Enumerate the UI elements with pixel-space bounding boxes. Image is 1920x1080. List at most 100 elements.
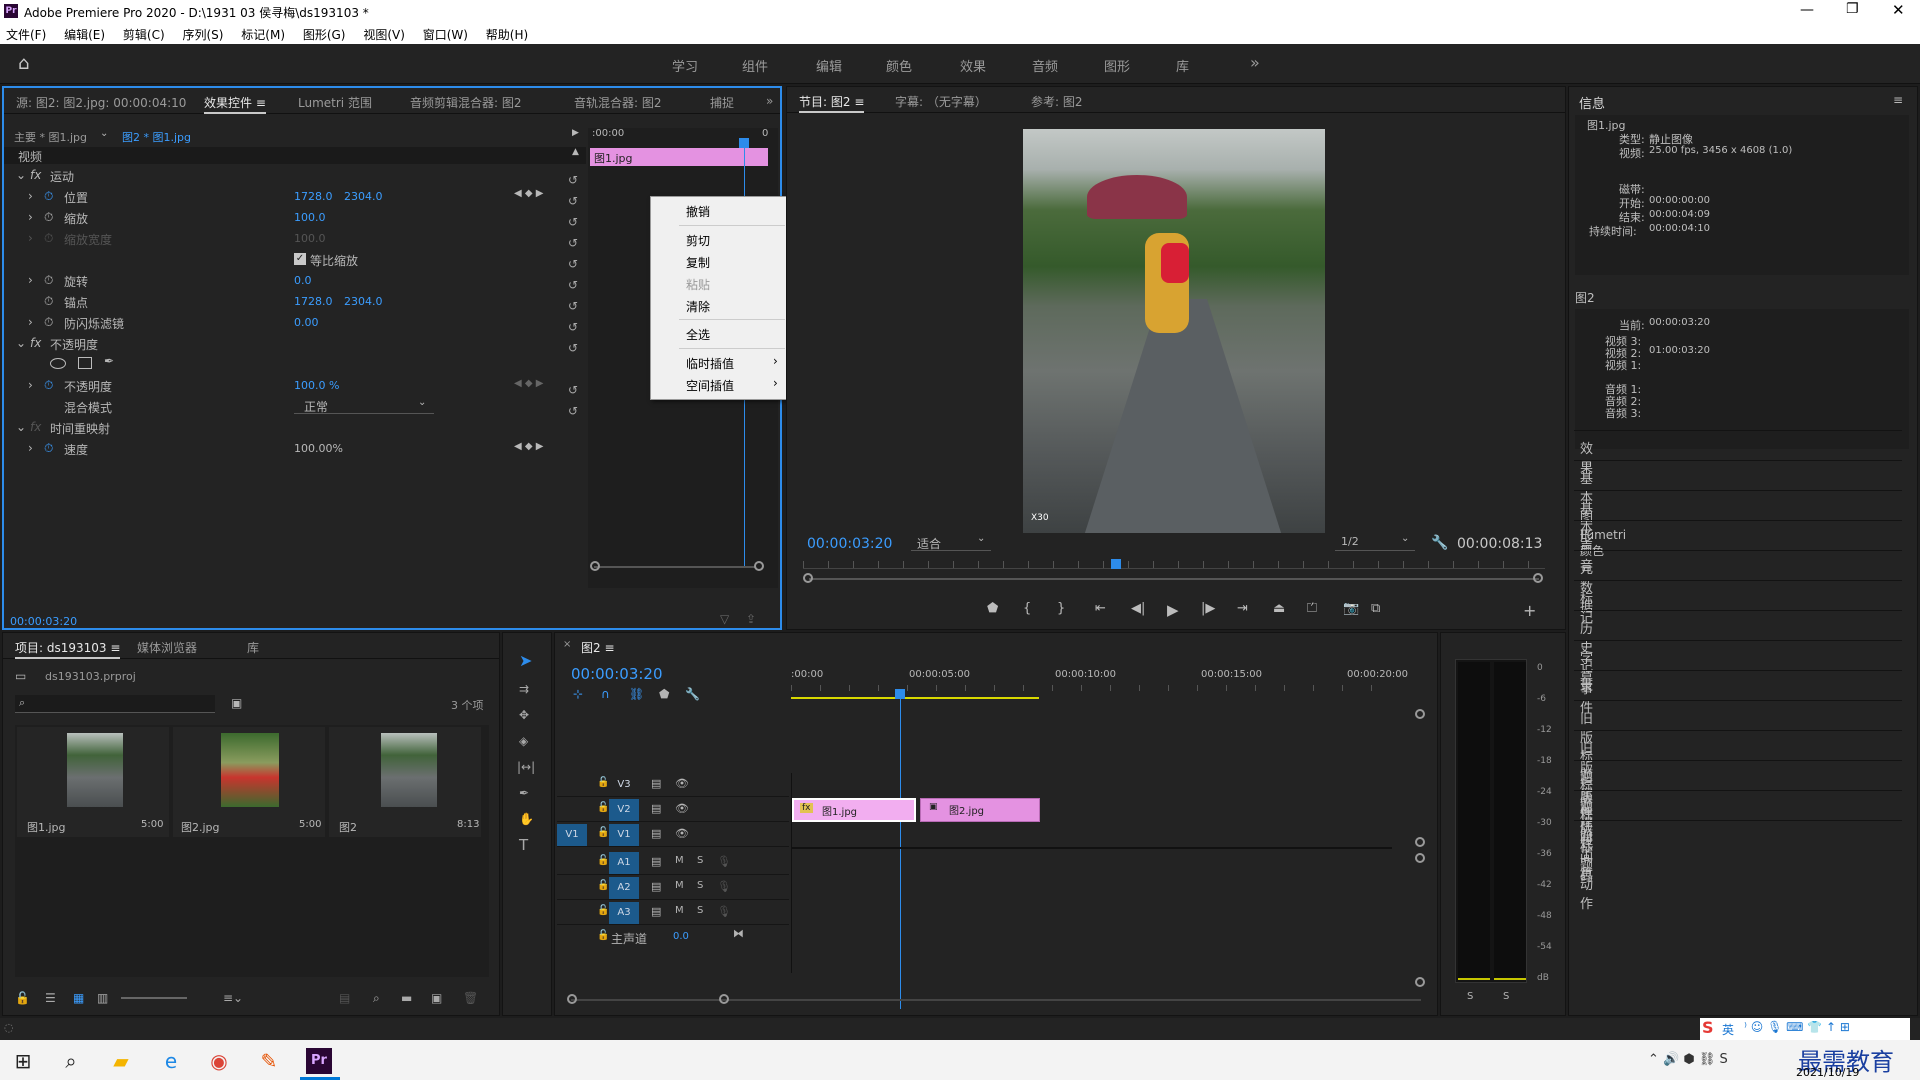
master-value[interactable]: 0.0 (673, 931, 689, 942)
fx-icon[interactable]: fx (30, 168, 41, 182)
add-button-icon[interactable]: + (1523, 601, 1536, 620)
nest-icon[interactable]: ⊹ (573, 687, 583, 701)
reset-icon[interactable]: ↺ (568, 279, 578, 291)
stopwatch-icon[interactable]: ⏱ (44, 210, 53, 225)
lift-icon[interactable]: ⏏ (1273, 601, 1285, 616)
source-patch-v1[interactable]: V1 (557, 824, 587, 846)
tab-captions[interactable]: 字幕: （无字幕） (895, 93, 987, 110)
prop-value-x[interactable]: 1728.0 (294, 295, 333, 308)
export-icon[interactable]: ⇪ (746, 612, 756, 626)
mic-icon[interactable]: 🎙 (717, 855, 731, 868)
eye-icon[interactable]: 👁 (675, 802, 689, 815)
mark-out-icon[interactable]: } (1057, 601, 1065, 616)
close-icon[interactable]: ✕ (1892, 1, 1905, 19)
track-label[interactable]: A1 (609, 852, 639, 874)
menu-clip[interactable]: 剪辑(C) (123, 28, 165, 42)
track-label[interactable]: V3 (609, 774, 639, 796)
menu-temporal-interp[interactable]: 临时插值 (686, 355, 734, 372)
menu-edit[interactable]: 编辑(E) (64, 28, 105, 42)
trash-icon[interactable]: 🗑 (463, 991, 478, 1005)
tab-project[interactable]: 项目: ds193103 ≡ (15, 639, 121, 659)
collapse-up-icon[interactable]: ▲ (572, 147, 579, 157)
sync-lock-icon[interactable]: ▤ (651, 905, 661, 918)
expand-icon[interactable]: › (28, 315, 33, 329)
sequence-clip-label[interactable]: 图2 * 图1.jpg (122, 129, 191, 145)
keyframe-nav-icon[interactable]: ◀ ◆ ▶ (514, 188, 543, 199)
timeline-timecode[interactable]: 00:00:03:20 (571, 665, 663, 683)
lock-icon[interactable]: 🔓 (597, 827, 609, 838)
lock-icon[interactable]: 🔓 (597, 777, 609, 788)
play-arrow-icon[interactable]: ▶ (572, 128, 579, 138)
time-ruler[interactable]: :00:00 00:00:05:00 00:00:10:00 00:00:15:… (791, 669, 1408, 707)
linked-selection-icon[interactable]: ⛓ (629, 687, 644, 701)
sync-lock-icon[interactable]: ▤ (651, 855, 661, 868)
pen-tool-icon[interactable]: ✒ (519, 787, 529, 799)
h-scroll-handle-right[interactable] (719, 994, 729, 1004)
panel-lumetri-color[interactable]: Lumetri 颜色 (1580, 528, 1626, 559)
menu-window[interactable]: 窗口(W) (423, 28, 468, 42)
menu-spatial-interp[interactable]: 空间插值 (686, 377, 734, 394)
ws-more-icon[interactable]: » (1250, 53, 1260, 72)
prop-value[interactable]: 0.0 (294, 274, 312, 287)
reset-icon[interactable]: ↺ (568, 384, 578, 396)
sync-lock-icon[interactable]: ▤ (651, 827, 661, 840)
sync-lock-icon[interactable]: ▤ (651, 802, 661, 815)
ws-learn[interactable]: 学习 (672, 56, 698, 75)
step-forward-icon[interactable]: |▶ (1201, 601, 1215, 616)
ws-audio[interactable]: 音频 (1032, 56, 1058, 75)
tab-source[interactable]: 源: 图2: 图2.jpg: 00:00:04:10 (16, 94, 186, 111)
effect-current-timecode[interactable]: 00:00:03:20 (10, 615, 77, 628)
master-adjust-icon[interactable]: ⧓ (733, 927, 744, 940)
tab-audio-clip-mixer[interactable]: 音频剪辑混合器: 图2 (410, 94, 522, 111)
mute-icon[interactable]: M (675, 880, 684, 891)
track-label[interactable]: A3 (609, 902, 639, 924)
ws-color[interactable]: 颜色 (886, 56, 912, 75)
menu-view[interactable]: 视图(V) (363, 28, 405, 42)
stopwatch-icon[interactable]: ⏱ (44, 378, 53, 393)
tab-lumetri-scopes[interactable]: Lumetri 范围 (298, 94, 372, 111)
solo-icon[interactable]: S (697, 880, 703, 891)
resolution-select[interactable]: 1/2 ⌄ (1335, 533, 1415, 551)
mark-in-icon[interactable]: { (1023, 601, 1031, 616)
lock-icon[interactable]: 🔓 (597, 802, 609, 813)
windows-start-icon[interactable]: ⊞ (10, 1048, 36, 1074)
scrubber-playhead[interactable] (1111, 559, 1121, 569)
ws-effects[interactable]: 效果 (960, 56, 986, 75)
prop-value[interactable]: 100.0 (294, 211, 326, 224)
prop-value-x[interactable]: 1728.0 (294, 190, 333, 203)
minimize-icon[interactable]: — (1800, 2, 1814, 18)
work-area-bar[interactable] (791, 697, 1039, 699)
stopwatch-icon[interactable]: ⏱ (44, 294, 53, 309)
chrome-browser-icon[interactable]: ◉ (206, 1048, 232, 1074)
panel-menu-icon[interactable]: ≡ (1893, 93, 1903, 107)
timeline-clip[interactable]: fx 图1.jpg (792, 798, 916, 822)
stopwatch-icon[interactable]: ⏱ (44, 273, 53, 288)
mute-icon[interactable]: M (675, 905, 684, 916)
add-marker-icon[interactable]: ⬟ (987, 601, 998, 616)
expand-icon[interactable]: › (28, 210, 33, 224)
track-area[interactable]: fx 图1.jpg ▣ 图2.jpg (791, 773, 1392, 973)
v-scroll-handle[interactable] (1415, 853, 1425, 863)
icon-view-icon[interactable]: ▦ (73, 991, 84, 1005)
lock-icon[interactable]: 🔓 (597, 855, 609, 866)
lock-icon[interactable]: 🔓 (597, 930, 609, 941)
master-clip-label[interactable]: 主要 * 图1.jpg (14, 129, 87, 145)
ws-editing[interactable]: 编辑 (816, 56, 842, 75)
eye-icon[interactable]: 👁 (675, 827, 689, 840)
video-frame[interactable]: X30 (1023, 129, 1325, 533)
track-select-tool-icon[interactable]: ⇉ (519, 683, 529, 695)
menu-select-all[interactable]: 全选 (686, 326, 710, 343)
v-scroll-handle[interactable] (1415, 837, 1425, 847)
reset-icon[interactable]: ↺ (568, 237, 578, 249)
menu-clear[interactable]: 清除 (686, 298, 710, 315)
ws-assembly[interactable]: 组件 (742, 56, 768, 75)
program-scrubber[interactable] (803, 559, 1545, 583)
time-remap-expand-icon[interactable]: ⌄ (16, 420, 26, 434)
expand-icon[interactable]: › (28, 378, 33, 392)
v-scroll-handle[interactable] (1415, 709, 1425, 719)
rectangle-mask-icon[interactable] (78, 357, 92, 369)
ime-tools-icon[interactable]: ⁾ ☺ 🎙 ⌨ 👕 ↑ ⊞ (1744, 1020, 1850, 1034)
slip-tool-icon[interactable]: |↔| (517, 761, 535, 773)
tab-sequence[interactable]: 图2 ≡ (581, 639, 615, 656)
keyframe-nav-icon[interactable]: ◀ ◆ ▶ (514, 441, 543, 452)
